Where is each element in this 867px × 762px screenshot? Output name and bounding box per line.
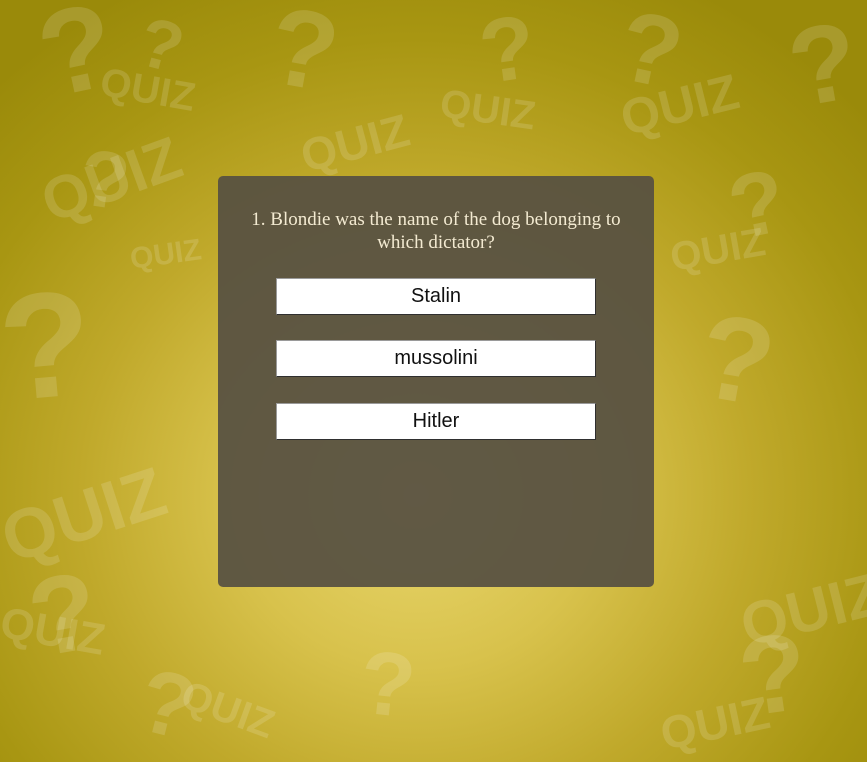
question-mark-icon: ? (473, 0, 542, 104)
question-text: 1. Blondie was the name of the dog belon… (251, 209, 621, 253)
quiz-word-decor: QUIZ (96, 60, 199, 120)
quiz-word-decor: QUIZ (615, 63, 745, 147)
question-mark-icon: ? (130, 1, 193, 89)
quiz-word-decor: QUIZ (32, 123, 191, 236)
quiz-word-decor: QUIZ (655, 686, 775, 760)
question-mark-icon: ? (688, 287, 785, 433)
question-mark-icon: ? (731, 608, 816, 741)
quiz-word-decor: QUIZ (295, 103, 415, 183)
quiz-word-decor: QUIZ (437, 81, 539, 139)
question-mark-icon: ? (259, 0, 348, 116)
quiz-word-decor: QUIZ (0, 452, 176, 578)
question-mark-icon: ? (128, 649, 207, 761)
question-mark-icon: ? (26, 0, 127, 124)
quiz-word-decor: QUIZ (127, 233, 204, 276)
answer-button-stalin[interactable]: Stalin (276, 278, 596, 315)
answer-button-hitler[interactable]: Hitler (276, 403, 596, 440)
question-mark-icon: ? (609, 0, 693, 112)
question-mark-icon: ? (354, 632, 421, 738)
quiz-panel: 1. Blondie was the name of the dog belon… (218, 176, 654, 587)
quiz-word-decor: QUIZ (733, 559, 867, 660)
question-mark-icon: ? (720, 150, 795, 260)
quiz-word-decor: QUIZ (0, 598, 109, 665)
question-mark-icon: ? (74, 132, 135, 227)
question-mark-icon: ? (19, 548, 108, 681)
quiz-word-decor: QUIZ (666, 220, 769, 280)
question-mark-icon: ? (0, 257, 99, 433)
question-mark-icon: ? (779, 0, 867, 131)
answer-button-mussolini[interactable]: mussolini (276, 340, 596, 377)
quiz-word-decor: QUIZ (175, 672, 281, 748)
